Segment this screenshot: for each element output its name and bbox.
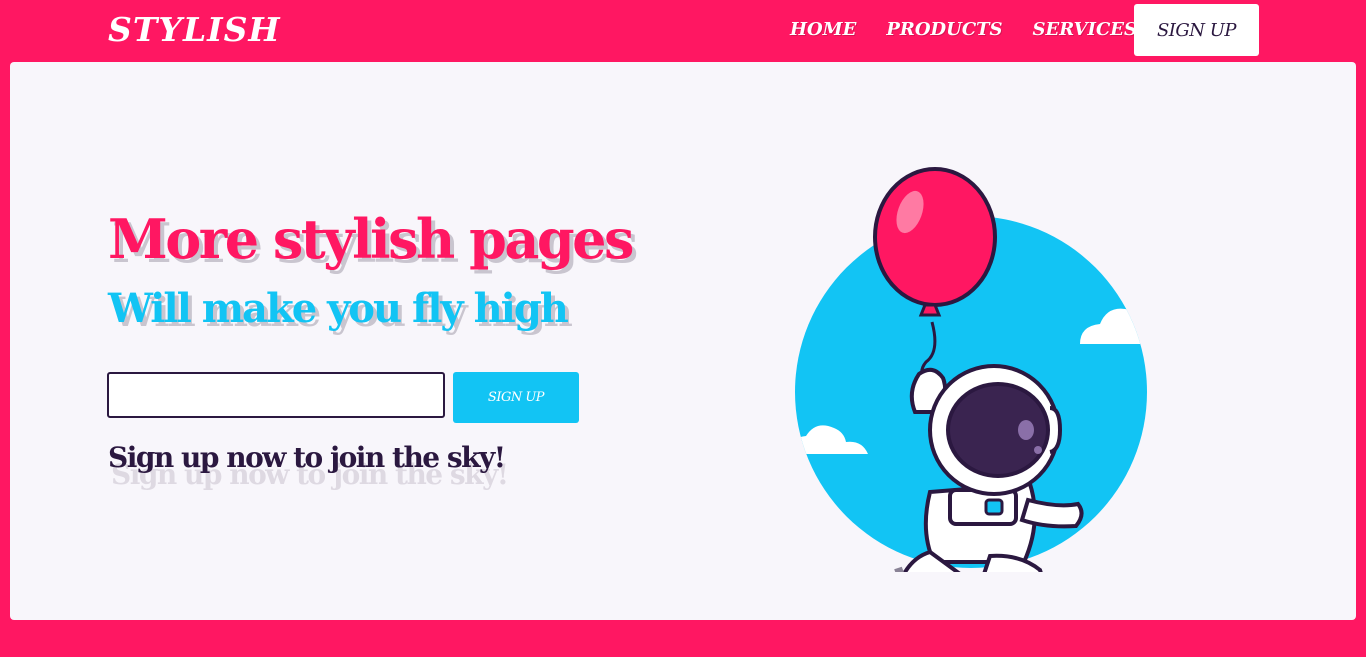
hero-signup-button[interactable]: SIGN UP xyxy=(453,372,579,423)
astronaut-illustration xyxy=(795,167,1147,572)
hero-subheadline: Will make you fly high xyxy=(108,285,569,332)
hero-panel: More stylish pages Will make you fly hig… xyxy=(10,62,1356,620)
navbar: STYLISH HOME PRODUCTS SERVICES SIGN UP xyxy=(0,0,1366,62)
nav-signup-button[interactable]: SIGN UP xyxy=(1134,4,1259,56)
signup-email-input[interactable] xyxy=(107,372,445,418)
tagline: Sign up now to join the sky! xyxy=(108,441,506,474)
nav-links: HOME PRODUCTS SERVICES xyxy=(790,18,1167,42)
tagline-block: Sign up now to join the sky! Sign up now… xyxy=(108,440,528,500)
site-logo[interactable]: STYLISH xyxy=(108,10,281,50)
footer-bar xyxy=(0,620,1366,657)
nav-link-home[interactable]: HOME xyxy=(790,18,856,42)
hero-headline: More stylish pages xyxy=(108,207,634,271)
nav-link-products[interactable]: PRODUCTS xyxy=(886,18,1002,42)
nav-link-services[interactable]: SERVICES xyxy=(1033,18,1137,42)
